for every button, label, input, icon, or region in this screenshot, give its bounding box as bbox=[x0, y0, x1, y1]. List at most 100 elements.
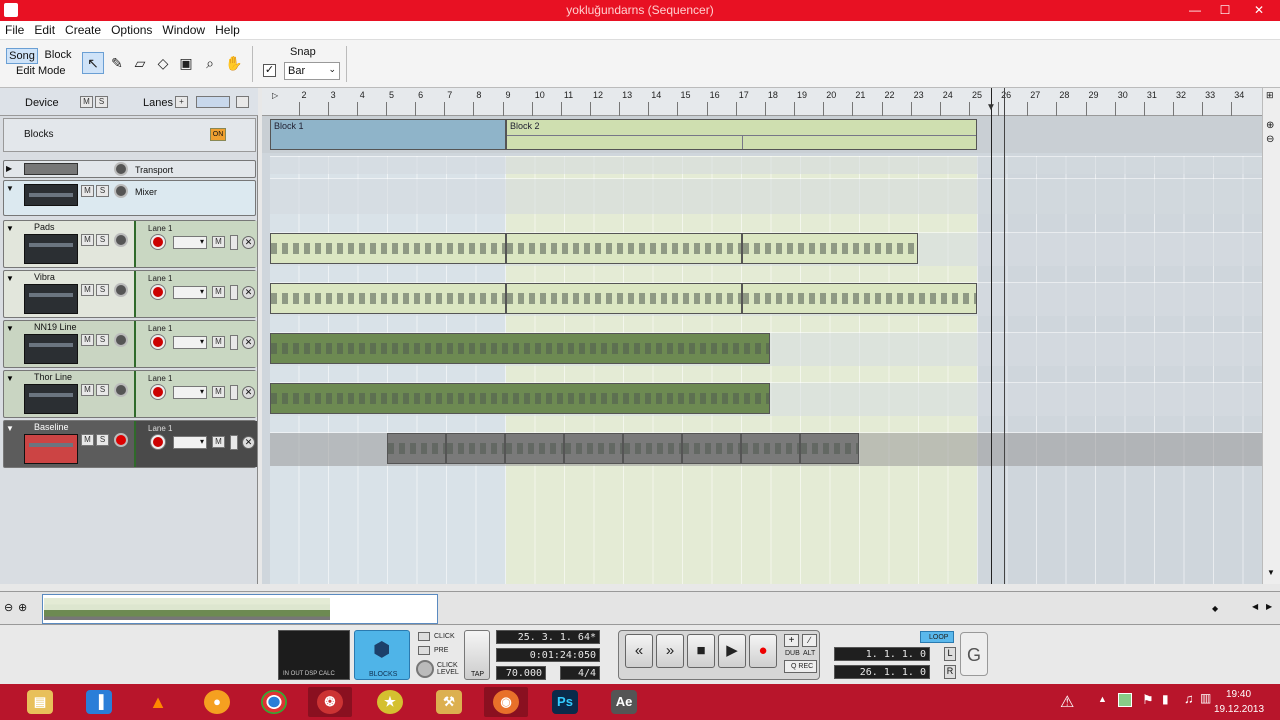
new-dub-button[interactable]: + bbox=[784, 634, 799, 647]
after-effects-taskbar-icon[interactable]: Ae bbox=[602, 687, 646, 717]
magnify-tool-icon[interactable]: ⌕ bbox=[199, 52, 221, 74]
track-header[interactable]: ▼ Vibra M S Lane 1 ▾ M ✕ bbox=[3, 270, 257, 318]
battery-icon[interactable]: ▮ bbox=[1162, 692, 1169, 706]
track-header[interactable]: ▼ Baseline M S Lane 1 ▾ M ✕ bbox=[3, 420, 257, 468]
record-button[interactable]: ● bbox=[749, 634, 777, 668]
mute-all-button[interactable]: M bbox=[80, 96, 93, 108]
record-enable-icon[interactable] bbox=[114, 333, 128, 347]
block-button[interactable]: Block bbox=[42, 48, 74, 64]
lane-mute-button[interactable]: M bbox=[212, 286, 225, 298]
note-clip[interactable] bbox=[270, 233, 506, 264]
zoom-in-icon[interactable]: ⊕ bbox=[1266, 120, 1274, 131]
mute-tool-icon[interactable]: ▣ bbox=[175, 52, 197, 74]
lane-mute-button[interactable]: M bbox=[212, 236, 225, 248]
scroll-left-arrow-icon[interactable]: ◀ bbox=[1252, 602, 1258, 611]
quantize-record-button[interactable]: Q REC bbox=[784, 660, 817, 673]
delete-lane-icon[interactable]: ✕ bbox=[242, 336, 255, 349]
expand-arrow-icon[interactable]: ▼ bbox=[6, 374, 14, 383]
blocks-on-badge[interactable]: ON bbox=[210, 128, 226, 141]
lane-param-select[interactable]: ▾ bbox=[173, 286, 207, 299]
maximize-button[interactable]: ☐ bbox=[1210, 0, 1240, 20]
add-lane-button[interactable]: + bbox=[175, 96, 188, 108]
expand-arrow-icon[interactable]: ▼ bbox=[6, 274, 14, 283]
razor-tool-icon[interactable]: ◇ bbox=[152, 52, 174, 74]
flag-icon[interactable]: ⚑ bbox=[1142, 692, 1154, 708]
lane-param-select[interactable]: ▾ bbox=[173, 436, 207, 449]
lane-view-select[interactable] bbox=[196, 96, 230, 108]
expand-arrow-icon[interactable]: ▼ bbox=[6, 324, 14, 333]
note-clip[interactable] bbox=[506, 283, 742, 314]
mute-button[interactable]: M bbox=[81, 284, 94, 296]
solo-button[interactable]: S bbox=[96, 284, 109, 296]
lane-options-button[interactable] bbox=[236, 96, 249, 108]
play-button[interactable]: ▶ bbox=[718, 634, 746, 668]
lane-record-icon[interactable] bbox=[151, 435, 165, 449]
zoom-fit-icon[interactable]: ⊞ bbox=[1266, 90, 1274, 101]
position-display[interactable]: 25. 3. 1. 64* bbox=[496, 630, 600, 644]
track-lane[interactable] bbox=[270, 156, 1262, 174]
tray-app-icon[interactable] bbox=[1118, 693, 1132, 707]
track-header[interactable]: ▼ NN19 Line M S Lane 1 ▾ M ✕ bbox=[3, 320, 257, 368]
delete-lane-icon[interactable]: ✕ bbox=[242, 386, 255, 399]
tap-button[interactable]: TAP bbox=[464, 630, 490, 680]
note-clip[interactable] bbox=[682, 433, 741, 464]
delete-lane-icon[interactable]: ✕ bbox=[242, 286, 255, 299]
note-clip[interactable] bbox=[270, 283, 506, 314]
solo-button[interactable]: S bbox=[96, 384, 109, 396]
record-enable-icon[interactable] bbox=[114, 283, 128, 297]
lane-slider-icon[interactable] bbox=[230, 335, 238, 350]
blocks-toggle-button[interactable]: ⬢ BLOCKS bbox=[354, 630, 410, 680]
record-enable-icon[interactable] bbox=[114, 433, 128, 447]
pre-toggle[interactable] bbox=[418, 646, 430, 655]
loop-start-display[interactable]: 1. 1. 1. 0 bbox=[834, 647, 930, 661]
network-warning-icon[interactable]: ⚠ bbox=[1060, 692, 1074, 712]
loop-left-marker[interactable]: ▷ bbox=[272, 91, 278, 100]
record-enable-icon[interactable] bbox=[114, 233, 128, 247]
delete-lane-icon[interactable]: ✕ bbox=[242, 436, 255, 449]
song-end-marker[interactable] bbox=[1004, 88, 1005, 584]
lane-param-select[interactable]: ▾ bbox=[173, 386, 207, 399]
note-clip[interactable] bbox=[742, 233, 918, 264]
note-clip[interactable] bbox=[742, 283, 977, 314]
fast-forward-button[interactable]: » bbox=[656, 634, 684, 668]
pencil-tool-icon[interactable]: ✎ bbox=[106, 52, 128, 74]
lane-slider-icon[interactable] bbox=[230, 235, 238, 250]
lane-record-icon[interactable] bbox=[151, 285, 165, 299]
click-toggle[interactable] bbox=[418, 632, 430, 641]
solo-all-button[interactable]: S bbox=[95, 96, 108, 108]
lane-slider-icon[interactable] bbox=[230, 285, 238, 300]
zoom-out-icon[interactable]: ⊖ bbox=[4, 601, 13, 614]
mute-button[interactable]: M bbox=[81, 434, 94, 446]
track-header[interactable]: ▼ Thor Line M S Lane 1 ▾ M ✕ bbox=[3, 370, 257, 418]
scroll-right-arrow-icon[interactable]: ▶ bbox=[1266, 602, 1272, 611]
explorer-taskbar-icon[interactable]: ▤ bbox=[18, 687, 62, 717]
menu-options[interactable]: Options bbox=[106, 21, 157, 37]
minimize-button[interactable]: — bbox=[1180, 0, 1210, 20]
select-tool-icon[interactable]: ↖ bbox=[82, 52, 104, 74]
equalizer-app-taskbar-icon[interactable]: ▐ bbox=[77, 687, 121, 717]
note-clip[interactable] bbox=[446, 433, 505, 464]
note-clip[interactable] bbox=[270, 383, 770, 414]
track-mixer[interactable]: ▼ M S Mixer bbox=[3, 180, 256, 216]
expand-arrow-icon[interactable]: ▼ bbox=[6, 184, 14, 193]
note-clip[interactable] bbox=[270, 333, 770, 364]
device-thumb[interactable] bbox=[24, 234, 78, 264]
solo-button[interactable]: S bbox=[96, 434, 109, 446]
song-button[interactable]: Song bbox=[6, 48, 38, 64]
delete-lane-icon[interactable]: ✕ bbox=[242, 236, 255, 249]
lane-slider-icon[interactable] bbox=[230, 435, 238, 450]
clock-date[interactable]: 19.12.2013 bbox=[1214, 704, 1264, 715]
vlc-taskbar-icon[interactable]: ▲ bbox=[136, 687, 180, 717]
firefox-taskbar-icon[interactable]: ◉ bbox=[484, 687, 528, 717]
device-thumb[interactable] bbox=[24, 384, 78, 414]
sequencer-arrange[interactable]: ▷ 2 3 4 5 6 7 8 9 10 11 12 13 14 15 16 17 18 19 20 21 22 23 24… bbox=[262, 88, 1262, 584]
lane-mute-button[interactable]: M bbox=[212, 386, 225, 398]
chrome-taskbar-icon[interactable] bbox=[252, 687, 296, 717]
menu-help[interactable]: Help bbox=[210, 21, 245, 37]
note-clip[interactable] bbox=[564, 433, 623, 464]
menu-window[interactable]: Window bbox=[157, 21, 210, 37]
close-button[interactable]: ✕ bbox=[1240, 0, 1278, 20]
device-thumb[interactable] bbox=[24, 434, 78, 464]
time-display[interactable]: 0:01:24:050 bbox=[496, 648, 600, 662]
lane-param-select[interactable]: ▾ bbox=[173, 236, 207, 249]
